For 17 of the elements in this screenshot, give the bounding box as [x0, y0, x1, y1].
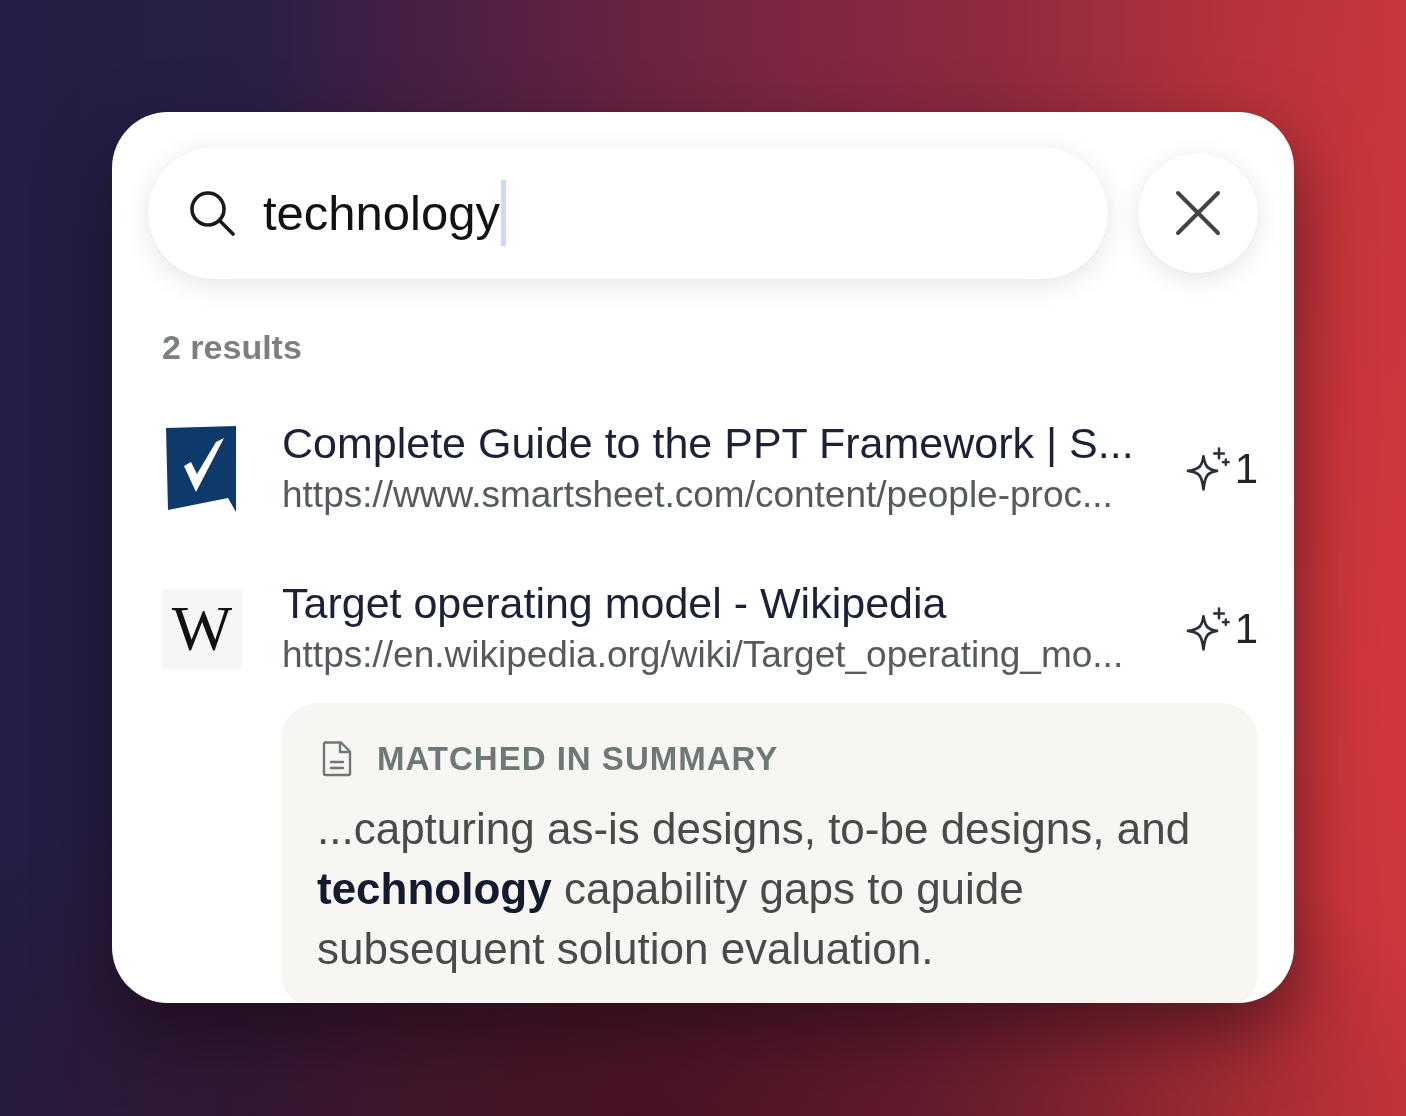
match-count: 1	[1234, 608, 1258, 650]
search-field[interactable]: technology	[148, 147, 1108, 279]
checkmark-logo-icon	[166, 426, 238, 512]
match-snippet: ...capturing as-is designs, to-be designs, and technology capability gaps to guide subsequent solution evaluation.	[317, 803, 1192, 975]
match-label: MATCHED IN SUMMARY	[377, 739, 779, 779]
sparkle-icon	[1186, 446, 1231, 492]
document-icon	[321, 741, 353, 777]
site-logo: W	[162, 589, 242, 669]
result-title[interactable]: Complete Guide to the PPT Framework | S...	[282, 417, 1186, 469]
result-title[interactable]: Target operating model - Wikipedia	[282, 577, 1186, 629]
result-url: https://www.smartsheet.com/content/people-proc...	[282, 473, 1114, 517]
search-icon	[189, 190, 235, 236]
match-count: 1	[1234, 448, 1258, 490]
sparkle-icon	[1186, 606, 1231, 652]
results-count: 2 results	[162, 327, 303, 367]
close-icon	[1175, 190, 1221, 236]
result-url: https://en.wikipedia.org/wiki/Target_operating_mo...	[282, 633, 1125, 677]
